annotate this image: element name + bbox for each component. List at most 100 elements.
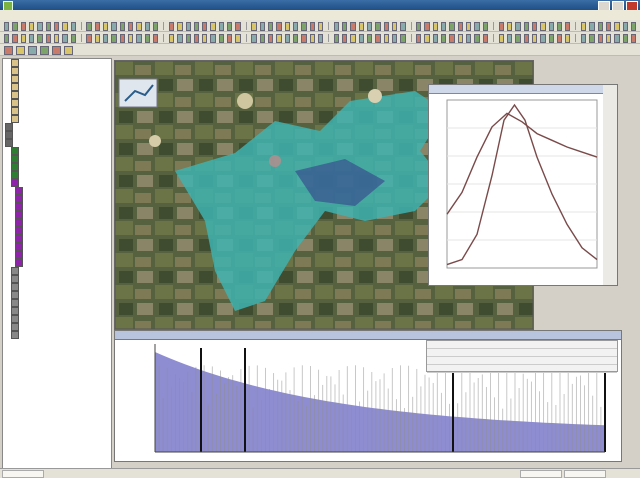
toolbar-icon[interactable]: [276, 34, 281, 43]
toolbar-icon[interactable]: [52, 46, 61, 55]
toolbar-icon[interactable]: [515, 22, 520, 31]
toolbar-icon[interactable]: [589, 34, 594, 43]
toolbar-icon[interactable]: [153, 34, 158, 43]
toolbar-icon[interactable]: [466, 34, 471, 43]
layer-tree-item[interactable]: [3, 123, 111, 131]
toolbar-icon[interactable]: [194, 22, 199, 31]
toolbar-icon[interactable]: [310, 34, 315, 43]
toolbar-icon[interactable]: [631, 34, 636, 43]
toolbar-icon[interactable]: [62, 22, 67, 31]
toolbar-icon[interactable]: [111, 22, 116, 31]
toolbar-icon[interactable]: [581, 22, 586, 31]
toolbar-icon[interactable]: [392, 34, 397, 43]
toolbar-icon[interactable]: [540, 34, 545, 43]
toolbar-icon[interactable]: [71, 22, 76, 31]
layer-tree-item[interactable]: [3, 291, 111, 299]
toolbar-icon[interactable]: [103, 22, 108, 31]
toolbar-icon[interactable]: [210, 34, 215, 43]
toolbar-icon[interactable]: [46, 22, 51, 31]
toolbar-icon[interactable]: [384, 22, 389, 31]
layer-tree-item[interactable]: [3, 131, 111, 139]
toolbar-icon[interactable]: [416, 22, 421, 31]
toolbar-icon[interactable]: [235, 22, 240, 31]
layer-tree-item[interactable]: [3, 59, 111, 67]
toolbar-icon[interactable]: [359, 22, 364, 31]
toolbar-icon[interactable]: [557, 22, 562, 31]
toolbar-icon[interactable]: [177, 22, 182, 31]
toolbar-icon[interactable]: [12, 22, 17, 31]
toolbar-icon[interactable]: [359, 34, 364, 43]
toolbar-icon[interactable]: [458, 22, 463, 31]
toolbar-icon[interactable]: [318, 22, 323, 31]
toolbar-icon[interactable]: [103, 34, 108, 43]
layer-tree-item[interactable]: [3, 283, 111, 291]
toolbar-icon[interactable]: [111, 34, 116, 43]
layer-tree-item[interactable]: [3, 203, 111, 211]
toolbar-icon[interactable]: [416, 34, 421, 43]
toolbar-icon[interactable]: [21, 34, 26, 43]
toolbar-icon[interactable]: [433, 22, 438, 31]
toolbar-icon[interactable]: [235, 34, 240, 43]
layer-tree-item[interactable]: [3, 67, 111, 75]
layer-tree-item[interactable]: [3, 235, 111, 243]
toolbar-icon[interactable]: [367, 34, 372, 43]
layer-tree-item[interactable]: [3, 227, 111, 235]
toolbar-icon[interactable]: [40, 46, 49, 55]
toolbar-icon[interactable]: [474, 22, 479, 31]
toolbar-icon[interactable]: [16, 46, 25, 55]
toolbar-icon[interactable]: [95, 34, 100, 43]
toolbar-icon[interactable]: [449, 22, 454, 31]
layer-tree-item[interactable]: [3, 75, 111, 83]
toolbar-icon[interactable]: [21, 22, 26, 31]
toolbar-icon[interactable]: [441, 22, 446, 31]
toolbar-icon[interactable]: [342, 34, 347, 43]
toolbar-icon[interactable]: [449, 34, 454, 43]
layer-tree-item[interactable]: [3, 211, 111, 219]
toolbar-icon[interactable]: [499, 34, 504, 43]
toolbar-icon[interactable]: [441, 34, 446, 43]
toolbar-icon[interactable]: [54, 22, 59, 31]
toolbar-icon[interactable]: [169, 34, 174, 43]
layer-tree-item[interactable]: [3, 179, 111, 187]
toolbar-icon[interactable]: [145, 22, 150, 31]
toolbar-icon[interactable]: [227, 22, 232, 31]
toolbar-icon[interactable]: [12, 34, 17, 43]
toolbar-icon[interactable]: [483, 34, 488, 43]
toolbar-icon[interactable]: [136, 22, 141, 31]
toolbar-icon[interactable]: [145, 34, 150, 43]
toolbar-icon[interactable]: [598, 22, 603, 31]
layer-tree-item[interactable]: [3, 299, 111, 307]
layer-tree-item[interactable]: [3, 83, 111, 91]
toolbar-icon[interactable]: [581, 34, 586, 43]
layer-tree-item[interactable]: [3, 155, 111, 163]
toolbar-icon[interactable]: [375, 22, 380, 31]
layer-tree-item[interactable]: [3, 99, 111, 107]
toolbar-icon[interactable]: [128, 22, 133, 31]
toolbar-icon[interactable]: [606, 22, 611, 31]
toolbar-icon[interactable]: [95, 22, 100, 31]
toolbar-icon[interactable]: [4, 46, 13, 55]
layer-tree-item[interactable]: [3, 307, 111, 315]
toolbar-icon[interactable]: [293, 22, 298, 31]
toolbar-icon[interactable]: [177, 34, 182, 43]
toolbar-icon[interactable]: [37, 22, 42, 31]
toolbar-icon[interactable]: [589, 22, 594, 31]
layer-tree-item[interactable]: [3, 107, 111, 115]
layer-tree-item[interactable]: [3, 267, 111, 275]
toolbar-icon[interactable]: [293, 34, 298, 43]
layer-tree-item[interactable]: [3, 163, 111, 171]
toolbar-icon[interactable]: [392, 22, 397, 31]
toolbar-icon[interactable]: [202, 34, 207, 43]
toolbar-icon[interactable]: [507, 34, 512, 43]
profile-chart-window[interactable]: [428, 84, 618, 286]
toolbar-icon[interactable]: [268, 34, 273, 43]
toolbar-icon[interactable]: [631, 22, 636, 31]
toolbar-icon[interactable]: [28, 46, 37, 55]
layer-tree-item[interactable]: [3, 195, 111, 203]
toolbar-icon[interactable]: [458, 34, 463, 43]
toolbar-icon[interactable]: [62, 34, 67, 43]
toolbar-icon[interactable]: [227, 34, 232, 43]
layer-tree-item[interactable]: [3, 323, 111, 331]
toolbar-icon[interactable]: [37, 34, 42, 43]
toolbar-icon[interactable]: [4, 22, 9, 31]
